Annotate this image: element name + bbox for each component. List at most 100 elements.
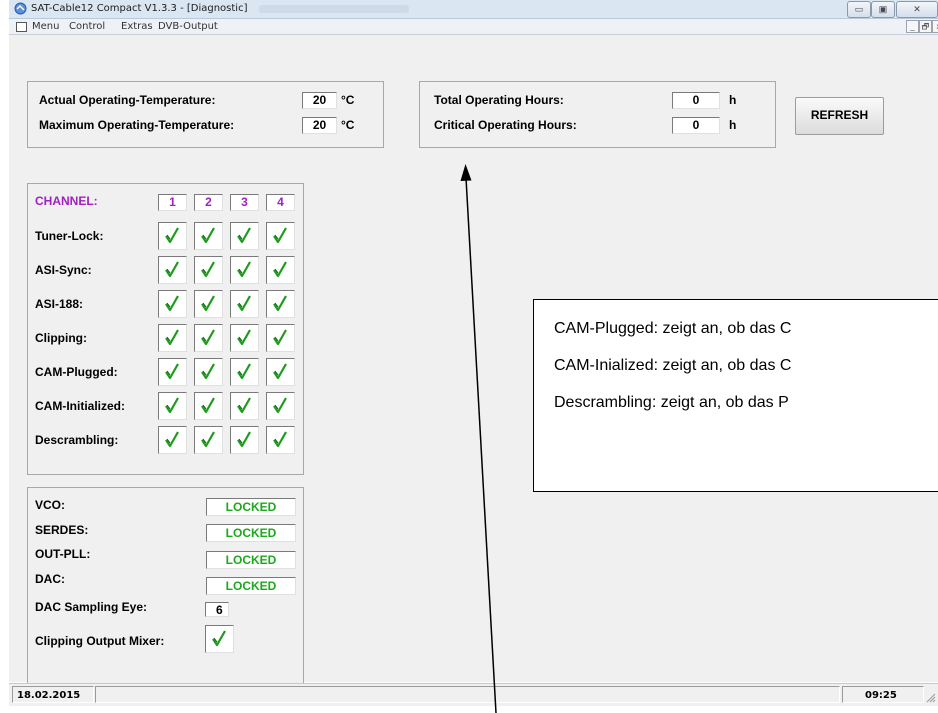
channel-3-check [230,290,259,318]
checkmark-icon [237,397,251,414]
title-blur [259,5,409,13]
menu-item-dvb-output[interactable]: DVB-Output [158,21,218,32]
channel-3-check [230,392,259,420]
channel-1-check [158,426,187,454]
channel-1-check [158,324,187,352]
clipping-output-mixer-check [205,625,234,653]
clipping-output-mixer-label: Clipping Output Mixer: [35,634,165,648]
channel-2-check [194,290,223,318]
critical-hours-value: 0 [672,117,720,134]
channel-number-4: 4 [266,194,295,211]
channel-number-1: 1 [158,194,187,211]
mdi-minimize-button[interactable]: _ [906,20,919,33]
checkmark-icon [201,261,215,278]
status-bar: 18.02.2015 09:25 [9,683,938,706]
channel-2-check [194,324,223,352]
checkmark-icon [273,431,287,448]
checkmark-icon [201,431,215,448]
annotation-line-cam-initialized: CAM-Inialized: zeigt an, ob das C [554,357,792,374]
app-icon [14,2,27,15]
window-title: SAT-Cable12 Compact V1.3.3 - [Diagnostic… [31,3,248,14]
max-temperature-value: 20 [302,117,337,134]
pll-status-group: VCO: LOCKED SERDES: LOCKED OUT-PLL: LOCK… [27,487,304,684]
channel-2-check [194,358,223,386]
channel-3-check [230,324,259,352]
checkmark-icon [201,363,215,380]
serdes-status: LOCKED [206,524,296,542]
left-edge [0,0,9,713]
channel-2-check [194,256,223,284]
checkmark-icon [237,227,251,244]
channel-1-check [158,290,187,318]
channel-1-check [158,256,187,284]
maximize-button[interactable]: ▣ [871,1,895,18]
dac-label: DAC: [35,572,65,586]
annotation-callout: CAM-Plugged: zeigt an, ob das C CAM-Inia… [533,299,938,492]
annotation-line-descrambling: Descrambling: zeigt an, ob das P [554,394,789,411]
mdi-restore-button[interactable]: 🗗 [919,20,932,33]
vco-status: LOCKED [206,498,296,516]
dac-sampling-eye-value: 6 [205,602,229,617]
total-hours-value: 0 [672,92,720,109]
operating-hours-group: Total Operating Hours: 0 h Critical Oper… [419,81,776,148]
checkmark-icon [237,363,251,380]
channel-row-label: Tuner-Lock: [35,229,104,243]
actual-temperature-unit: °C [341,93,355,107]
max-temperature-label: Maximum Operating-Temperature: [39,118,235,132]
minimize-button[interactable]: ▭ [847,1,871,18]
actual-temperature-label: Actual Operating-Temperature: [39,93,216,107]
checkmark-icon [201,397,215,414]
channel-status-group: CHANNEL: 1 2 3 4 Tuner-Lock: ASI-Sync: ASI… [27,183,304,475]
channel-3-check [230,222,259,250]
max-temperature-unit: °C [341,118,355,132]
checkmark-icon [165,363,179,380]
checkmark-icon [201,295,215,312]
outpll-label: OUT-PLL: [35,547,91,561]
channel-row-label: CAM-Initialized: [35,399,125,413]
critical-hours-label: Critical Operating Hours: [434,118,577,132]
menu-item-menu[interactable]: Menu [32,21,59,32]
status-time: 09:25 [842,686,924,703]
document-icon[interactable] [16,22,27,32]
checkmark-icon [165,329,179,346]
channel-3-check [230,358,259,386]
menu-bar: Menu Control Extras DVB-Output _ 🗗 x [9,19,938,35]
mdi-close-button[interactable]: x [932,20,938,33]
annotation-line-cam-plugged: CAM-Plugged: zeigt an, ob das C [554,320,792,337]
critical-hours-unit: h [729,118,737,132]
serdes-label: SERDES: [35,523,89,537]
channel-1-check [158,222,187,250]
channel-4-check [266,358,295,386]
channel-row-label: CAM-Plugged: [35,365,118,379]
checkmark-icon [273,295,287,312]
checkmark-icon [273,329,287,346]
status-message-cell [95,686,840,703]
checkmark-icon [165,397,179,414]
checkmark-icon [273,363,287,380]
menu-item-extras[interactable]: Extras [121,21,153,32]
checkmark-icon [273,397,287,414]
resize-grip-icon[interactable] [926,693,936,703]
close-button[interactable]: ✕ [896,1,938,18]
checkmark-icon [273,261,287,278]
channel-4-check [266,392,295,420]
channel-2-check [194,222,223,250]
channel-row-label: Descrambling: [35,433,119,447]
channel-4-check [266,256,295,284]
channel-row-label: ASI-Sync: [35,263,92,277]
channel-1-check [158,358,187,386]
checkmark-icon [165,261,179,278]
channel-number-3: 3 [230,194,259,211]
checkmark-icon [165,295,179,312]
refresh-button[interactable]: REFRESH [795,97,884,135]
checkmark-icon [273,227,287,244]
status-date: 18.02.2015 [12,686,94,703]
checkmark-icon [237,261,251,278]
checkmark-icon [237,431,251,448]
checkmark-icon [201,227,215,244]
channel-3-check [230,256,259,284]
checkmark-icon [237,295,251,312]
menu-item-control[interactable]: Control [69,21,105,32]
checkmark-icon [237,329,251,346]
channel-2-check [194,392,223,420]
